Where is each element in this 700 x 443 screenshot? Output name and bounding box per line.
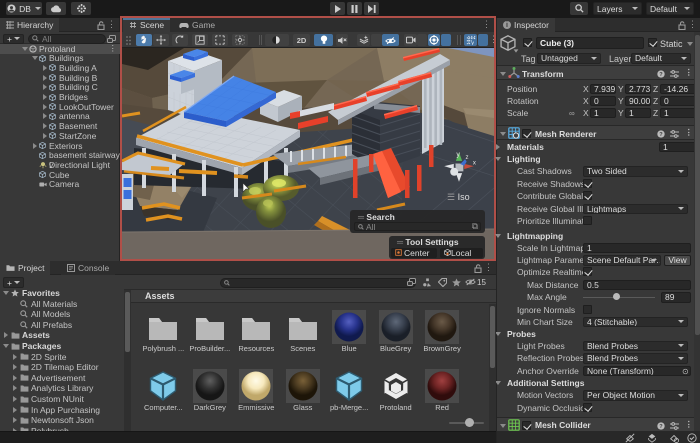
svg-text:?: ?: [659, 424, 663, 430]
svg-text:y: y: [456, 152, 460, 159]
svg-text:z: z: [466, 154, 469, 161]
svg-text:y: y: [471, 41, 474, 45]
svg-text:x: x: [473, 159, 476, 166]
svg-text:?: ?: [659, 72, 663, 78]
svg-text:?: ?: [659, 132, 663, 138]
